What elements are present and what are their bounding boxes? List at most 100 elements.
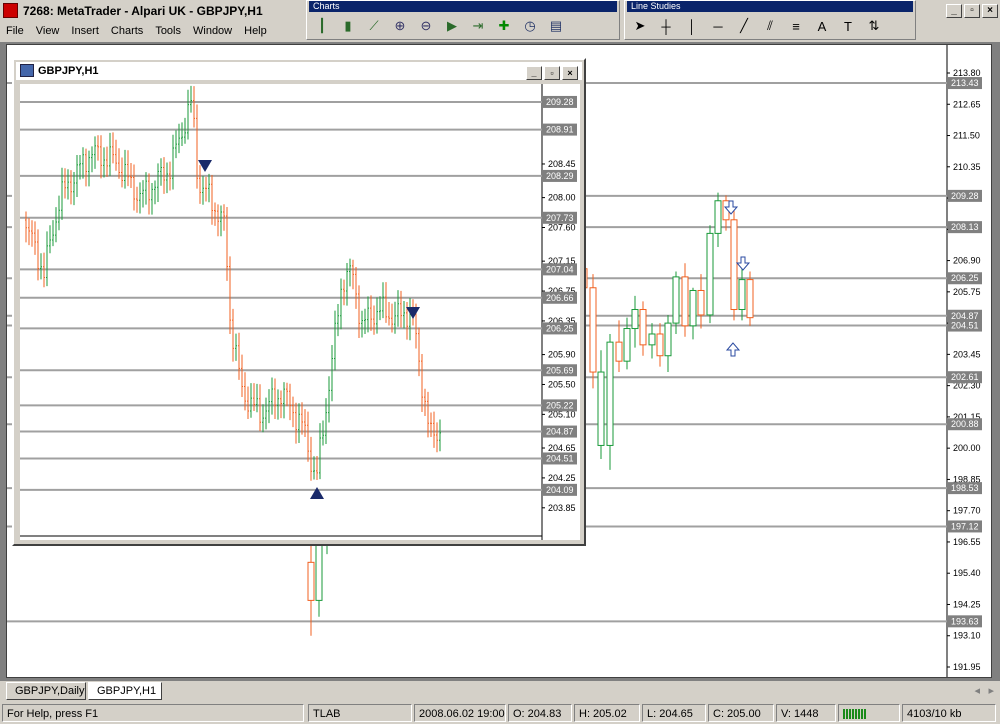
child-maximize-button[interactable]: ▫	[544, 66, 560, 80]
text-label-icon[interactable]: T	[837, 15, 859, 37]
close-button[interactable]: ×	[982, 4, 998, 18]
level-label: 207.73	[546, 213, 574, 223]
menu-insert[interactable]: Insert	[65, 22, 105, 40]
level-label: 208.91	[546, 125, 574, 135]
daily-candle-body	[597, 371, 605, 446]
daily-candle-body	[631, 309, 639, 330]
h1-chart-title: GBPJPY,H1	[38, 65, 99, 77]
cursor-icon[interactable]: ➤	[629, 15, 651, 37]
status-bar: For Help, press F1 TLAB 2008.06.02 19:00…	[0, 702, 1000, 724]
crosshair-icon[interactable]: ┼	[655, 15, 677, 37]
price-tick-label: 194.25	[953, 599, 981, 609]
level-label: 204.87	[546, 427, 574, 437]
status-time: 2008.06.02 19:00	[414, 704, 506, 722]
status-help: For Help, press F1	[2, 704, 304, 722]
level-label: 204.87	[951, 311, 979, 321]
autoscroll-icon[interactable]: ▶	[441, 15, 463, 37]
daily-candle-body	[623, 328, 631, 362]
minimize-button[interactable]: _	[946, 4, 962, 18]
daily-candle-body	[664, 322, 672, 357]
bar-chart-icon[interactable]: ┃	[311, 15, 333, 37]
fibonacci-icon[interactable]: ≡	[785, 15, 807, 37]
app-title: 7268: MetaTrader - Alpari UK - GBPJPY,H1	[23, 4, 263, 18]
channel-icon[interactable]: ⫽	[759, 15, 781, 37]
zoom-out-icon[interactable]: ⊖	[415, 15, 437, 37]
daily-candle-body	[730, 219, 738, 311]
periods-icon[interactable]: ◷	[519, 15, 541, 37]
price-tick-label: 191.95	[953, 662, 981, 672]
level-label: 206.25	[951, 273, 979, 283]
vertical-line-icon[interactable]: │	[681, 15, 703, 37]
level-label: 197.12	[951, 521, 979, 531]
connection-icon	[838, 704, 900, 722]
price-tick-label: 205.50	[548, 379, 576, 389]
arrows-icon[interactable]: ⇅	[863, 15, 885, 37]
level-label: 205.22	[546, 400, 574, 410]
level-label: 198.53	[951, 483, 979, 493]
h1-chart-titlebar[interactable]: GBPJPY,H1 _ ▫ ×	[16, 62, 582, 80]
chart-shift-icon[interactable]: ⇥	[467, 15, 489, 37]
tab-scroll-right-icon[interactable]: ▸	[988, 684, 994, 697]
menu-charts[interactable]: Charts	[105, 22, 149, 40]
line-studies-caption: Line Studies	[627, 1, 913, 12]
daily-candle-body	[639, 309, 647, 346]
price-tick-label: 213.80	[953, 68, 981, 78]
horizontal-line-icon[interactable]: ─	[707, 15, 729, 37]
menu-file[interactable]: File	[0, 22, 30, 40]
status-volume: V: 1448	[776, 704, 836, 722]
menu-window[interactable]: Window	[187, 22, 238, 40]
daily-candle-body	[689, 289, 697, 327]
templates-icon[interactable]: ▤	[545, 15, 567, 37]
status-high: H: 205.02	[574, 704, 640, 722]
line-studies-toolbar: Line Studies ➤ ┼ │ ─ ╱ ⫽ ≡ A T ⇅	[624, 0, 916, 40]
price-tick-label: 203.45	[953, 349, 981, 359]
child-minimize-button[interactable]: _	[526, 66, 542, 80]
menu-view[interactable]: View	[30, 22, 66, 40]
price-tick-label: 197.70	[953, 506, 981, 516]
daily-candle-body	[648, 333, 656, 346]
daily-candle-body	[746, 279, 754, 319]
price-tick-label: 205.90	[548, 350, 576, 360]
indicators-icon[interactable]: ✚	[493, 15, 515, 37]
level-label: 193.63	[951, 616, 979, 626]
maximize-button[interactable]: ▫	[964, 4, 980, 18]
daily-candle-body	[606, 341, 614, 446]
price-tick-label: 193.10	[953, 631, 981, 641]
price-tick-label: 211.50	[953, 131, 980, 141]
zoom-in-icon[interactable]: ⊕	[389, 15, 411, 37]
price-tick-label: 195.40	[953, 568, 981, 578]
buy-arrow-icon	[725, 342, 741, 357]
price-tick-label: 208.00	[548, 193, 576, 203]
level-label: 202.61	[951, 372, 979, 382]
level-label: 204.51	[546, 453, 574, 463]
tab-scroll-left-icon[interactable]: ◂	[974, 684, 980, 697]
menu-tools[interactable]: Tools	[149, 22, 187, 40]
tab-gbpjpy-h1[interactable]: GBPJPY,H1	[88, 682, 162, 700]
daily-candle-body	[589, 287, 597, 373]
line-chart-icon[interactable]: ⟋	[363, 15, 385, 37]
h1-chart-window[interactable]: GBPJPY,H1 _ ▫ × 208.45 208.00 207.60 207.15…	[12, 58, 586, 550]
level-label: 206.25	[546, 323, 574, 333]
level-label: 205.69	[546, 365, 574, 375]
h1-chart[interactable]: 208.45208.00207.60207.15206.75206.35205.…	[20, 84, 580, 550]
child-close-button[interactable]: ×	[562, 66, 578, 80]
candlestick-icon[interactable]: ▮	[337, 15, 359, 37]
status-profile: TLAB	[308, 704, 412, 722]
level-label: 204.09	[546, 485, 574, 495]
level-label: 200.88	[951, 419, 979, 429]
tab-gbpjpy-daily[interactable]: GBPJPY,Daily	[6, 682, 86, 700]
text-icon[interactable]: A	[811, 15, 833, 37]
daily-candle-body	[656, 333, 664, 357]
level-label: 206.66	[546, 293, 574, 303]
chart-window-icon	[20, 64, 34, 77]
price-tick-label: 206.90	[953, 256, 981, 266]
price-tick-label: 212.65	[953, 99, 981, 109]
status-close: C: 205.00	[708, 704, 774, 722]
h1-chart-area[interactable]: 208.45 208.00 207.60 207.15 206.75 206.35 205.…	[20, 84, 580, 550]
menu-help[interactable]: Help	[238, 22, 273, 40]
level-label: 204.51	[951, 321, 979, 331]
price-tick-label: 203.85	[548, 503, 576, 513]
trendline-icon[interactable]: ╱	[733, 15, 755, 37]
level-label: 208.29	[546, 171, 574, 181]
status-open: O: 204.83	[508, 704, 572, 722]
